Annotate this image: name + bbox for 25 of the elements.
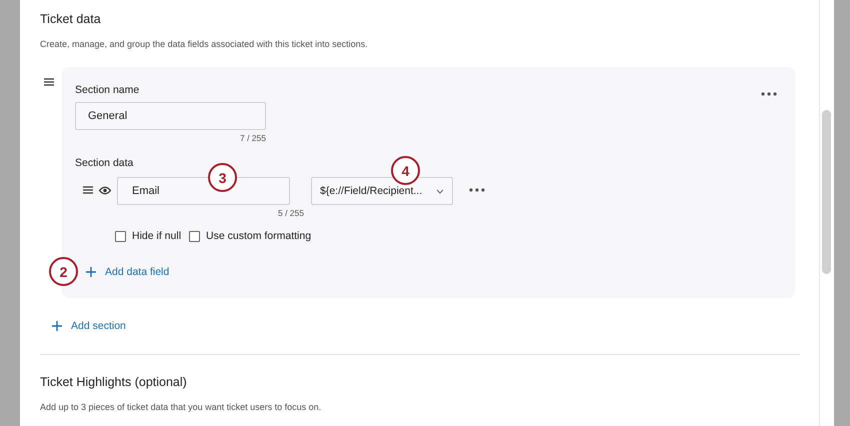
- more-options-icon[interactable]: [761, 92, 777, 96]
- section-description: Add up to 3 pieces of ticket data that you want ticket users to focus on.: [40, 401, 322, 413]
- eye-icon[interactable]: [99, 186, 111, 195]
- plus-icon: [86, 267, 96, 277]
- section-description: Create, manage, and group the data fields associated with this ticket into sections.: [40, 38, 369, 50]
- chevron-down-icon: [436, 188, 444, 194]
- field-label: Section data: [75, 156, 134, 170]
- drag-handle-icon[interactable]: [44, 78, 54, 86]
- character-counter: 5 / 255: [277, 208, 304, 219]
- field-label: Section name: [75, 83, 140, 97]
- character-counter: 7 / 255: [239, 133, 266, 144]
- section-name-field[interactable]: General: [75, 102, 266, 130]
- section-title: Ticket Highlights (optional): [40, 374, 188, 390]
- drag-handle-icon[interactable]: [83, 186, 93, 194]
- checkbox-option[interactable]: Use custom formatting: [189, 230, 312, 242]
- plus-icon: [52, 321, 62, 331]
- add-data-field-link[interactable]: Add data field: [86, 266, 170, 278]
- checkbox-option[interactable]: Hide if null: [115, 230, 182, 242]
- add-section-link[interactable]: Add section: [52, 320, 126, 332]
- section-title: Ticket data: [40, 11, 102, 27]
- scrollbar[interactable]: [822, 110, 831, 274]
- checkbox[interactable]: [115, 230, 126, 242]
- checkbox[interactable]: [189, 230, 200, 242]
- field-source-dropdown[interactable]: ${e://Field/Recipient...: [311, 177, 453, 205]
- more-options-icon[interactable]: [469, 188, 485, 192]
